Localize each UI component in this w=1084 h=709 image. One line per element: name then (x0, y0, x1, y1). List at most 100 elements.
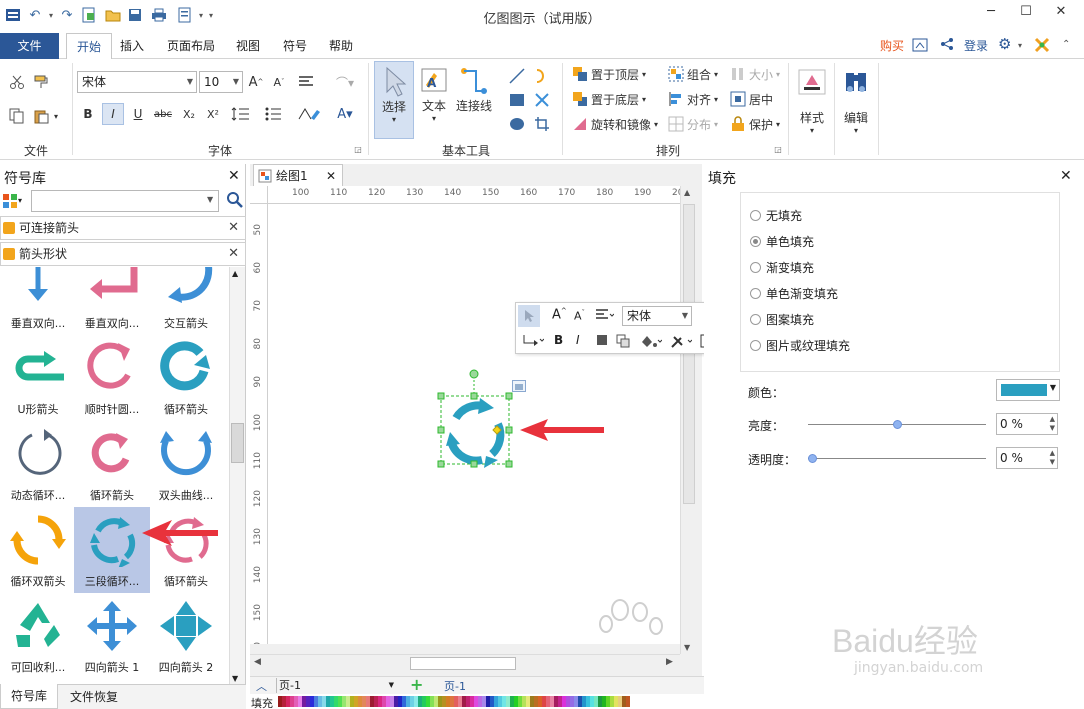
symbol-item[interactable]: 顺时针圆... (74, 335, 150, 421)
scroll-down-icon[interactable]: ▼ (684, 643, 690, 652)
size-button[interactable]: 大小 ▾ (730, 64, 780, 84)
float-font-select[interactable]: 宋体 ▼ (622, 306, 692, 326)
select-dropdown-icon[interactable]: ▾ (392, 115, 396, 124)
text-tool-button[interactable]: A 文本 ▾ (416, 61, 452, 139)
fill-option-single-gradient[interactable]: 单色渐变填充 (750, 285, 838, 302)
shape-menu-icon[interactable] (512, 380, 526, 392)
category-connectable-arrows[interactable]: 可连接箭头 ✕ (0, 216, 246, 240)
symbol-item[interactable]: 垂直双向... (74, 267, 150, 335)
format-painter-icon[interactable] (32, 73, 50, 91)
symbol-item[interactable]: 循环箭头 (148, 335, 224, 421)
tab-view[interactable]: 视图 (226, 33, 270, 59)
symbol-item[interactable]: U形箭头 (0, 335, 76, 421)
paste-dropdown-icon[interactable]: ▾ (51, 107, 61, 125)
strikethrough-button[interactable]: abc (152, 105, 174, 123)
bullet-list-icon[interactable] (262, 105, 290, 123)
arc-shape-icon[interactable] (533, 67, 551, 85)
transparency-slider-knob[interactable] (808, 454, 817, 463)
scroll-right-icon[interactable]: ▶ (666, 657, 673, 667)
float-copy-style-icon[interactable] (616, 334, 630, 351)
transparency-slider[interactable] (808, 454, 986, 463)
library-scrollbar[interactable]: ▲ ▼ (229, 267, 245, 685)
center-button[interactable]: 居中 (730, 89, 773, 109)
float-select-icon[interactable] (518, 305, 540, 327)
category-close-icon[interactable]: ✕ (228, 217, 239, 239)
float-connector-icon[interactable] (522, 333, 545, 350)
fill-option-solid[interactable]: 单色填充 (750, 233, 814, 250)
tab-symbol-library[interactable]: 符号库 (0, 684, 58, 709)
copy-icon[interactable] (8, 107, 26, 125)
close-button[interactable]: ✕ (1046, 4, 1076, 24)
crop-icon[interactable] (533, 115, 551, 133)
group-button[interactable]: 组合 ▾ (668, 64, 718, 84)
radio-button[interactable] (750, 262, 761, 273)
window-mode-icon[interactable] (912, 37, 928, 56)
brightness-slider-knob[interactable] (893, 420, 903, 429)
brightness-input[interactable]: 0 % ▲ ▼ (996, 413, 1058, 435)
fill-option-texture[interactable]: 图片或纹理填充 (750, 337, 850, 354)
text-tool-dropdown-icon[interactable]: ▾ (432, 114, 436, 123)
fill-option-pattern[interactable]: 图案填充 (750, 311, 814, 328)
canvas-horizontal-scrollbar[interactable]: ◀ ▶ (250, 654, 680, 672)
float-bold-button[interactable]: B (554, 333, 563, 347)
skin-icon[interactable] (1034, 37, 1050, 56)
symbol-item[interactable]: 动态循环... (0, 421, 76, 507)
font-color-icon[interactable]: A▾ (332, 105, 358, 123)
float-fill-icon[interactable] (640, 334, 663, 351)
login-link[interactable]: 登录 (964, 37, 988, 54)
tab-symbol[interactable]: 符号 (273, 33, 317, 59)
symbol-item[interactable]: 循环双箭头 (0, 507, 76, 593)
style-dropdown-icon[interactable]: ▾ (810, 126, 814, 135)
connector-tool-button[interactable]: 连接线 (454, 61, 494, 139)
ellipse-shape-icon[interactable] (508, 115, 526, 133)
scroll-thumb[interactable] (410, 657, 516, 670)
category-arrow-shapes[interactable]: 箭头形状 ✕ (0, 242, 246, 266)
float-tools-icon[interactable] (670, 333, 693, 352)
symbol-item[interactable]: 四向箭头 1 (74, 593, 150, 679)
search-dropdown-icon[interactable]: ▼ (207, 195, 213, 204)
scroll-thumb[interactable] (683, 204, 695, 504)
color-swatch[interactable] (626, 696, 630, 707)
float-align-icon[interactable] (596, 309, 615, 324)
color-picker[interactable]: ▼ (996, 379, 1060, 401)
symbol-item[interactable]: 交互箭头 (148, 267, 224, 335)
superscript-button[interactable]: X² (204, 105, 222, 123)
send-to-back-button[interactable]: 置于底层 ▾ (572, 89, 646, 109)
edit-button[interactable]: 编辑 ▾ (838, 63, 874, 149)
rectangle-shape-icon[interactable] (508, 91, 526, 109)
add-page-icon[interactable]: + (410, 675, 423, 694)
tab-page-layout[interactable]: 页面布局 (157, 33, 225, 59)
share-icon[interactable] (940, 37, 954, 54)
grow-font-icon[interactable]: A ^ (247, 73, 265, 91)
cut-icon[interactable] (8, 73, 26, 91)
cross-shape-icon[interactable] (533, 91, 551, 109)
library-view-dropdown-icon[interactable]: ▾ (18, 196, 22, 205)
document-tab[interactable]: 绘图1 ✕ (253, 164, 343, 186)
brightness-slider[interactable] (808, 420, 986, 429)
scroll-up-icon[interactable]: ▲ (684, 188, 690, 197)
bring-to-front-button[interactable]: 置于顶层 ▾ (572, 64, 646, 84)
line-spacing-icon[interactable] (228, 105, 256, 123)
arrange-dialog-launcher-icon[interactable]: ◲ (772, 143, 784, 155)
settings-gear-icon[interactable]: ⚙ (998, 35, 1011, 53)
symbol-item[interactable]: 双头曲线... (148, 421, 224, 507)
page-select[interactable]: 页-1 ▼ (276, 678, 396, 693)
document-tab-close-icon[interactable]: ✕ (326, 165, 336, 187)
scroll-left-icon[interactable]: ◀ (254, 657, 261, 667)
menu-file[interactable]: 文件 (0, 33, 59, 59)
font-dialog-launcher-icon[interactable]: ◲ (352, 143, 364, 155)
drawing-page[interactable] (268, 204, 680, 644)
radio-button[interactable] (750, 340, 761, 351)
category-close-icon[interactable]: ✕ (228, 243, 239, 265)
align-button[interactable]: 对齐 ▾ (668, 89, 718, 109)
search-icon[interactable] (226, 191, 244, 212)
underline-button[interactable]: U (130, 105, 146, 123)
page-tab[interactable]: 页-1 (444, 678, 466, 694)
symbol-item[interactable]: 垂直双向... (0, 267, 76, 335)
rotate-mirror-button[interactable]: 旋转和镜像 ▾ (572, 114, 658, 134)
minimize-button[interactable]: ─ (976, 4, 1006, 24)
library-view-icon[interactable] (2, 193, 18, 212)
scroll-thumb[interactable] (231, 423, 244, 463)
select-tool-button[interactable]: 选择 ▾ (374, 61, 414, 139)
scroll-up-icon[interactable]: ▲ (232, 269, 238, 278)
